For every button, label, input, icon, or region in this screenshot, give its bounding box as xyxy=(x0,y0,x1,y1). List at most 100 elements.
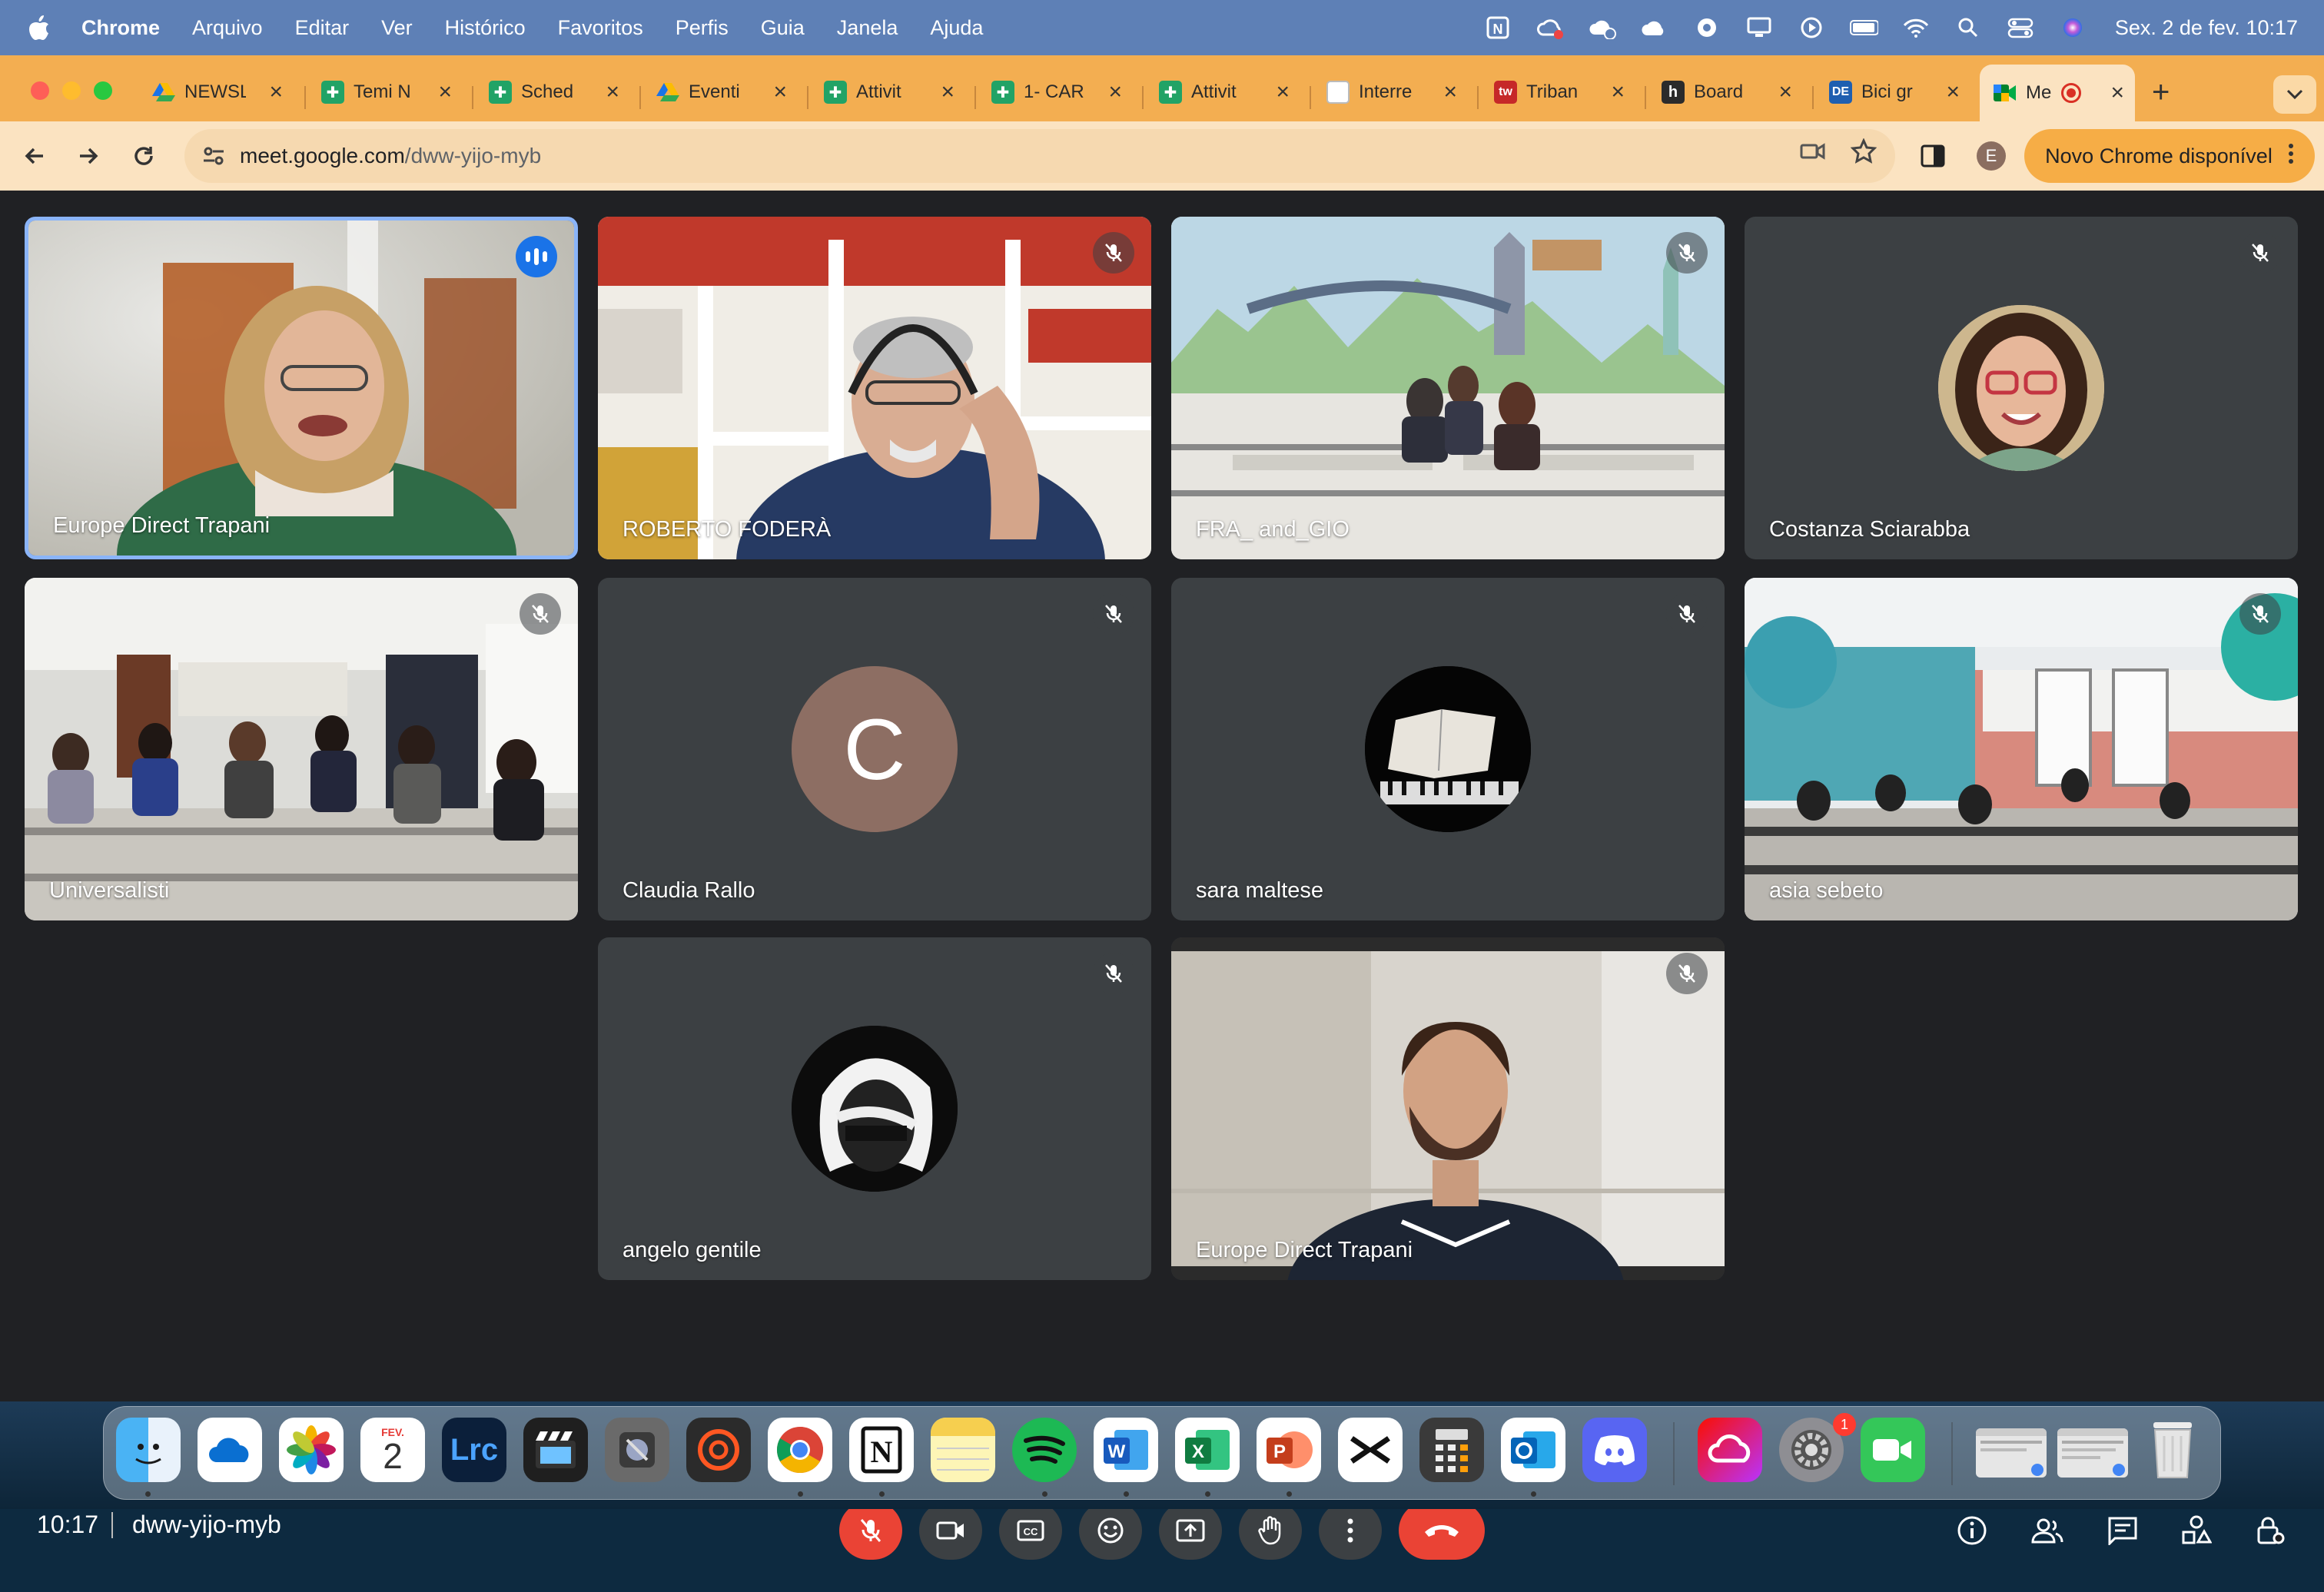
reload-button[interactable] xyxy=(126,138,161,174)
chat-button[interactable] xyxy=(2101,1509,2144,1552)
tab-close-icon[interactable]: × xyxy=(269,79,283,105)
menu-editar[interactable]: Editar xyxy=(295,16,350,40)
photos-icon[interactable] xyxy=(279,1418,344,1482)
captions-button[interactable]: CC xyxy=(999,1501,1062,1560)
tab-attivita-1[interactable]: ✚ Attivit × xyxy=(824,69,954,115)
camera-toggle-button[interactable] xyxy=(919,1501,982,1560)
menu-favoritos[interactable]: Favoritos xyxy=(558,16,643,40)
leave-call-button[interactable] xyxy=(1399,1501,1485,1560)
chrome-icon[interactable] xyxy=(768,1418,832,1482)
powerpoint-icon[interactable]: P xyxy=(1257,1418,1321,1482)
site-info-icon[interactable] xyxy=(198,141,229,171)
control-center-icon[interactable] xyxy=(2006,13,2035,42)
apple-menu-icon[interactable] xyxy=(28,15,51,41)
close-window-button[interactable] xyxy=(31,81,49,100)
camera-permission-icon[interactable] xyxy=(1800,138,1826,168)
menu-janela[interactable]: Janela xyxy=(837,16,898,40)
spotify-icon[interactable] xyxy=(1012,1418,1077,1482)
outlook-icon[interactable] xyxy=(1501,1418,1565,1482)
tab-eventi[interactable]: Eventi × xyxy=(656,69,787,115)
tab-close-icon[interactable]: × xyxy=(941,79,954,105)
finder-icon[interactable] xyxy=(116,1418,181,1482)
tab-close-icon[interactable]: × xyxy=(773,79,787,105)
meeting-details-button[interactable] xyxy=(1950,1509,1994,1552)
search-icon[interactable] xyxy=(1954,13,1983,42)
participant-tile[interactable]: FRA_ and_GIO xyxy=(1171,217,1725,559)
participant-tile[interactable]: C Claudia Rallo xyxy=(598,578,1151,920)
tab-close-icon[interactable]: × xyxy=(438,79,452,105)
word-icon[interactable]: W xyxy=(1094,1418,1158,1482)
participant-tile[interactable]: sara maltese xyxy=(1171,578,1725,920)
participant-tile[interactable]: angelo gentile xyxy=(598,937,1151,1280)
menu-guia[interactable]: Guia xyxy=(761,16,805,40)
menubar-clock[interactable]: Sex. 2 de fev. 10:17 xyxy=(2115,16,2298,40)
tab-attivita-2[interactable]: ✚ Attivit × xyxy=(1159,69,1290,115)
record-icon[interactable] xyxy=(1692,13,1721,42)
adobe-cc-icon[interactable] xyxy=(1698,1418,1762,1482)
tab-newsl[interactable]: NEWSL × xyxy=(152,69,283,115)
menu-perfis[interactable]: Perfis xyxy=(676,16,729,40)
minimize-window-button[interactable] xyxy=(62,81,81,100)
menu-ver[interactable]: Ver xyxy=(381,16,413,40)
tab-meet-active[interactable]: Me × xyxy=(1980,65,2135,121)
more-options-button[interactable] xyxy=(1319,1501,1382,1560)
menu-arquivo[interactable]: Arquivo xyxy=(192,16,263,40)
notes-icon[interactable] xyxy=(931,1418,995,1482)
tab-car[interactable]: ✚ 1- CAR × xyxy=(991,69,1122,115)
tab-close-icon[interactable]: × xyxy=(1611,79,1625,105)
creative-cloud-icon[interactable] xyxy=(1536,13,1565,42)
calculator-icon[interactable] xyxy=(1419,1418,1484,1482)
tab-close-icon[interactable]: × xyxy=(2110,80,2124,106)
excel-icon[interactable]: X xyxy=(1175,1418,1240,1482)
zoom-window-button[interactable] xyxy=(94,81,112,100)
participant-tile[interactable]: Europe Direct Trapani xyxy=(1171,937,1725,1280)
play-icon[interactable] xyxy=(1797,13,1826,42)
raise-hand-button[interactable] xyxy=(1239,1501,1302,1560)
activities-button[interactable] xyxy=(2175,1509,2218,1552)
onedrive-icon[interactable] xyxy=(198,1418,262,1482)
final-cut-icon[interactable] xyxy=(523,1418,588,1482)
tab-bici[interactable]: DE Bici gr × xyxy=(1829,69,1960,115)
trash-icon[interactable] xyxy=(2140,1418,2205,1482)
present-screen-button[interactable] xyxy=(1159,1501,1222,1560)
facetime-icon[interactable] xyxy=(1861,1418,1925,1482)
cloud-sync-icon[interactable] xyxy=(1588,13,1617,42)
tab-search-button[interactable] xyxy=(2273,75,2316,114)
url-text[interactable]: meet.google.com/dww-yijo-myb xyxy=(240,144,541,168)
participant-tile[interactable]: ROBERTO FODERÀ xyxy=(598,217,1151,559)
audio-app-icon[interactable] xyxy=(686,1418,751,1482)
tab-close-icon[interactable]: × xyxy=(1946,79,1960,105)
address-bar[interactable]: meet.google.com/dww-yijo-myb xyxy=(184,129,1895,183)
participant-tile[interactable]: Costanza Sciarabba xyxy=(1745,217,2298,559)
calendar-icon[interactable]: FEV. 2 xyxy=(360,1418,425,1482)
profile-avatar[interactable]: E xyxy=(1977,141,2006,171)
tab-close-icon[interactable]: × xyxy=(1108,79,1122,105)
participant-tile[interactable]: Europe Direct Trapani xyxy=(25,217,578,559)
siri-icon[interactable] xyxy=(2058,13,2087,42)
participant-tile[interactable]: asia sebeto xyxy=(1745,578,2298,920)
tab-board[interactable]: h Board × xyxy=(1662,69,1792,115)
wifi-icon[interactable] xyxy=(1901,13,1931,42)
forward-button[interactable] xyxy=(71,138,106,174)
chrome-update-button[interactable]: Novo Chrome disponível xyxy=(2024,129,2315,183)
tab-close-icon[interactable]: × xyxy=(1276,79,1290,105)
participant-tile[interactable]: Universalisti xyxy=(25,578,578,920)
back-button[interactable] xyxy=(17,138,52,174)
people-button[interactable] xyxy=(2026,1509,2069,1552)
lightroom-icon[interactable]: Lrc xyxy=(442,1418,506,1482)
compressor-icon[interactable] xyxy=(605,1418,669,1482)
tab-close-icon[interactable]: × xyxy=(606,79,619,105)
menu-ajuda[interactable]: Ajuda xyxy=(930,16,983,40)
host-controls-button[interactable] xyxy=(2249,1509,2292,1552)
display-icon[interactable] xyxy=(1745,13,1774,42)
menu-historico[interactable]: Histórico xyxy=(445,16,526,40)
menu-app-name[interactable]: Chrome xyxy=(81,16,160,40)
tab-close-icon[interactable]: × xyxy=(1443,79,1457,105)
minimized-window-thumbnail[interactable] xyxy=(1976,1428,2047,1478)
notion-icon[interactable]: N xyxy=(1483,13,1512,42)
discord-icon[interactable] xyxy=(1582,1418,1647,1482)
tab-close-icon[interactable]: × xyxy=(1778,79,1792,105)
microphone-toggle-button[interactable] xyxy=(839,1501,902,1560)
side-panel-icon[interactable] xyxy=(1915,138,1950,174)
bookmark-star-icon[interactable] xyxy=(1850,138,1877,168)
